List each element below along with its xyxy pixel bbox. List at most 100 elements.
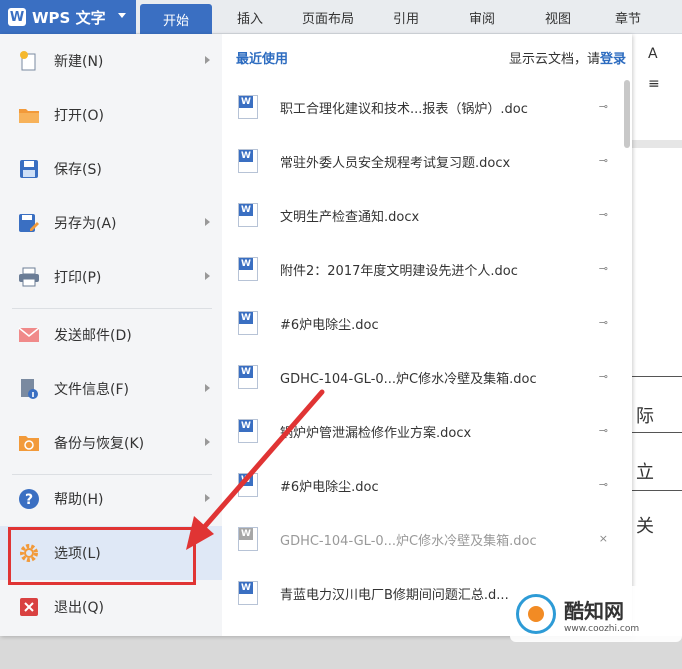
save-as-icon xyxy=(18,212,40,234)
word-doc-icon: W xyxy=(238,419,258,443)
menu-bar: W WPS 文字 开始 插入 页面布局 引用 审阅 视图 章节 xyxy=(0,0,682,34)
menu-item-save[interactable]: 保存(S) xyxy=(0,142,222,196)
pin-icon[interactable]: ⊸ xyxy=(599,154,608,167)
table-line xyxy=(632,376,682,377)
recent-title: 最近使用 xyxy=(236,52,289,67)
menu-item-exit[interactable]: 退出(Q) xyxy=(0,580,222,634)
menu-item-label: 打开(O) xyxy=(54,108,104,124)
help-icon: ? xyxy=(18,488,40,510)
login-link[interactable]: 登录 xyxy=(600,52,626,67)
menu-item-file-info[interactable]: 文件信息(F) xyxy=(0,362,222,416)
file-name: GDHC-104-GL-0...炉C修水冷壁及集箱.doc xyxy=(280,371,537,387)
word-doc-icon: W xyxy=(238,203,258,227)
chevron-right-icon xyxy=(205,218,210,226)
tab-page-layout[interactable]: 页面布局 xyxy=(290,0,366,34)
menu-item-help[interactable]: ? 帮助(H) xyxy=(0,472,222,526)
word-doc-icon: W xyxy=(238,527,258,551)
recent-file-item[interactable]: W GDHC-104-GL-0...炉C修水冷壁及集箱.doc ⊸ xyxy=(222,350,622,404)
printer-icon xyxy=(18,266,40,288)
menu-item-label: 文件信息(F) xyxy=(54,382,129,398)
wps-logo-icon: W xyxy=(8,8,26,26)
word-doc-icon: W xyxy=(238,581,258,605)
recent-file-item[interactable]: W #6炉电除尘.doc ⊸ xyxy=(222,458,622,512)
svg-text:?: ? xyxy=(25,492,33,508)
file-name: 常驻外委人员安全规程考试复习题.docx xyxy=(280,155,511,171)
annotation-highlight-box xyxy=(8,527,196,585)
pin-icon[interactable]: ⊸ xyxy=(599,208,608,221)
tab-chapter[interactable]: 章节 xyxy=(600,0,656,34)
pin-icon[interactable]: ⊸ xyxy=(599,100,608,113)
cloud-docs-hint: 显示云文档，请登录 xyxy=(509,48,626,67)
menu-item-label: 另存为(A) xyxy=(54,216,117,232)
app-name: WPS 文字 xyxy=(32,8,106,27)
file-name: 锅炉炉管泄漏检修作业方案.docx xyxy=(280,425,472,441)
cloud-docs-text: 显示云文档，请 xyxy=(508,52,600,67)
coozhi-logo-icon xyxy=(516,594,556,634)
chevron-right-icon xyxy=(205,494,210,502)
menu-item-label: 发送邮件(D) xyxy=(54,328,132,344)
ribbon-shadow xyxy=(632,140,682,148)
recent-file-item[interactable]: W 常驻外委人员安全规程考试复习题.docx ⊸ xyxy=(222,134,622,188)
mail-icon xyxy=(18,324,40,346)
pin-icon[interactable]: ⊸ xyxy=(599,370,608,383)
recent-file-item[interactable]: W 职工合理化建议和技术...报表（锅炉）.doc ⊸ xyxy=(222,80,622,134)
tab-insert[interactable]: 插入 xyxy=(222,0,278,34)
menu-item-label: 帮助(H) xyxy=(54,492,104,508)
pin-icon[interactable]: ⊸ xyxy=(599,424,608,437)
menu-item-label: 新建(N) xyxy=(54,54,104,70)
watermark-text: 酷知网 www.coozhi.com xyxy=(564,595,639,634)
menu-item-label: 备份与恢复(K) xyxy=(54,436,145,452)
file-name: 青蓝电力汉川电厂B修期间问题汇总.d... xyxy=(280,587,509,603)
recent-file-item[interactable]: W GDHC-104-GL-0...炉C修水冷壁及集箱.doc × xyxy=(222,512,622,566)
pin-icon[interactable]: ⊸ xyxy=(599,478,608,491)
align-icon[interactable]: ≡ xyxy=(648,76,660,92)
word-doc-icon: W xyxy=(238,311,258,335)
tab-view[interactable]: 视图 xyxy=(530,0,586,34)
file-info-icon xyxy=(18,378,40,400)
chevron-down-icon xyxy=(118,13,126,18)
file-name: 文明生产检查通知.docx xyxy=(280,209,420,225)
document-text: 立 xyxy=(636,462,654,483)
close-icon[interactable]: × xyxy=(599,532,608,545)
tab-references[interactable]: 引用 xyxy=(378,0,434,34)
pin-icon[interactable]: ⊸ xyxy=(599,316,608,329)
menu-item-send-mail[interactable]: 发送邮件(D) xyxy=(0,308,222,362)
ribbon-tools: A ≡ xyxy=(636,38,682,128)
word-doc-icon: W xyxy=(238,149,258,173)
menu-item-label: 打印(P) xyxy=(54,270,102,286)
file-name: 职工合理化建议和技术...报表（锅炉）.doc xyxy=(280,101,528,117)
recent-scrollbar[interactable] xyxy=(624,80,630,148)
document-canvas xyxy=(632,34,682,669)
tab-home[interactable]: 开始 xyxy=(140,4,212,34)
menu-item-print[interactable]: 打印(P) xyxy=(0,250,222,304)
recent-file-item[interactable]: W 锅炉炉管泄漏检修作业方案.docx ⊸ xyxy=(222,404,622,458)
tab-review[interactable]: 审阅 xyxy=(454,0,510,34)
chevron-right-icon xyxy=(205,438,210,446)
word-doc-icon: W xyxy=(238,95,258,119)
watermark-url: www.coozhi.com xyxy=(564,623,640,634)
font-size-icon[interactable]: A xyxy=(648,46,658,62)
recent-files-panel: 最近使用 显示云文档，请登录 W 职工合理化建议和技术...报表（锅炉）.doc… xyxy=(222,34,632,636)
word-doc-icon: W xyxy=(238,257,258,281)
file-name: #6炉电除尘.doc xyxy=(280,317,379,333)
exit-icon xyxy=(18,596,40,618)
menu-item-new[interactable]: 新建(N) xyxy=(0,34,222,88)
pin-icon[interactable]: ⊸ xyxy=(599,262,608,275)
backup-icon xyxy=(18,432,40,454)
folder-icon xyxy=(18,104,40,126)
watermark-title: 酷知网 xyxy=(564,598,624,623)
menu-item-save-as[interactable]: 另存为(A) xyxy=(0,196,222,250)
recent-file-item[interactable]: W 文明生产检查通知.docx ⊸ xyxy=(222,188,622,242)
file-name: 附件2：2017年度文明建设先进个人.doc xyxy=(280,263,518,279)
table-line xyxy=(632,432,682,433)
word-doc-icon: W xyxy=(238,473,258,497)
menu-item-backup-restore[interactable]: 备份与恢复(K) xyxy=(0,416,222,470)
recent-file-item[interactable]: W #6炉电除尘.doc ⊸ xyxy=(222,296,622,350)
menu-item-open[interactable]: 打开(O) xyxy=(0,88,222,142)
recent-file-item[interactable]: W 附件2：2017年度文明建设先进个人.doc ⊸ xyxy=(222,242,622,296)
menu-item-label: 保存(S) xyxy=(54,162,102,178)
chevron-right-icon xyxy=(205,56,210,64)
document-text: 际 xyxy=(636,406,654,427)
app-menu-button[interactable]: W WPS 文字 xyxy=(0,0,136,34)
chevron-right-icon xyxy=(205,272,210,280)
